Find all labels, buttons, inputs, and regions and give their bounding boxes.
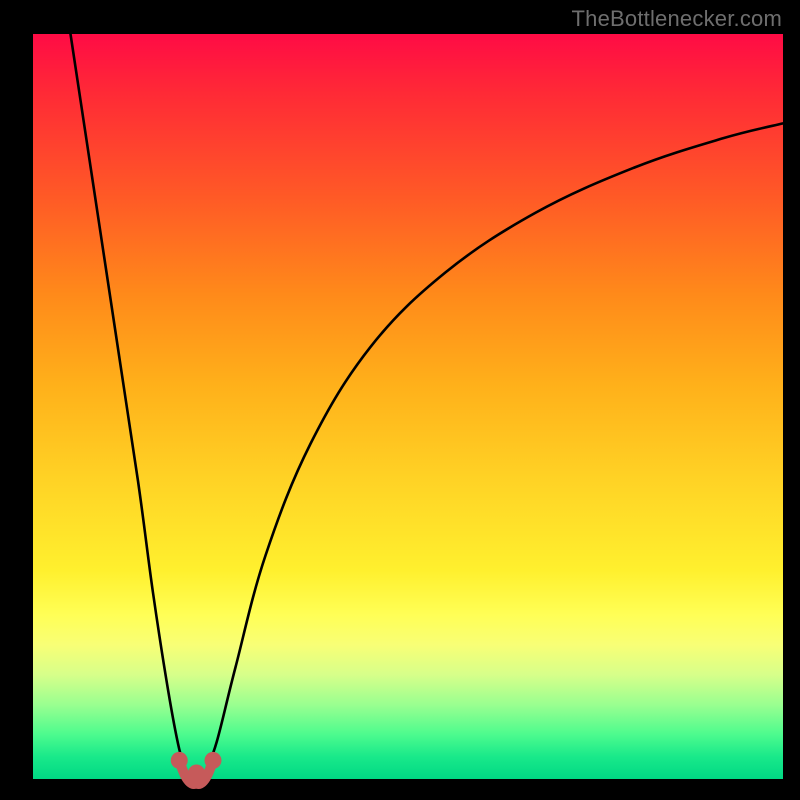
curve-right-branch [206,123,784,771]
chart-frame: TheBottlenecker.com [0,0,800,800]
curve-node-1 [188,765,205,782]
curve-node-2 [205,752,222,769]
curve-node-0 [171,752,188,769]
bottleneck-curve [0,0,800,800]
curve-left-branch [71,34,187,772]
